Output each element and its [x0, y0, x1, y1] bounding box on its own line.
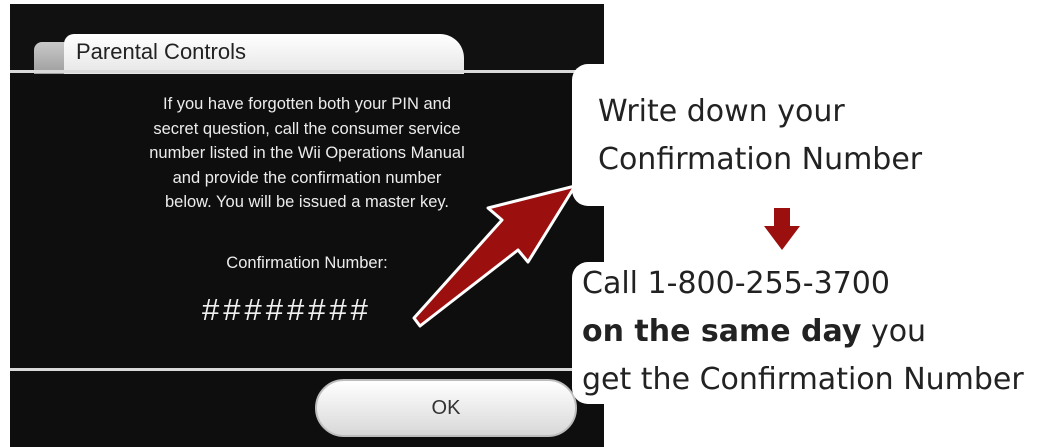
confirmation-label: Confirmation Number:	[226, 254, 388, 272]
step2-text-line3: get the Confirmation Number	[582, 362, 1024, 397]
message-line: If you have forgotten both your PIN and	[162, 95, 452, 113]
step2-rest-phrase: you	[861, 314, 927, 349]
step1-text-line1: Write down your	[598, 94, 845, 129]
message-line: number listed in the Wii Operations Manu…	[149, 144, 465, 162]
parental-controls-dialog: Parental Controls If you have forgotten …	[10, 4, 604, 447]
dialog-title: Parental Controls	[76, 39, 246, 64]
down-arrow-icon	[764, 208, 800, 250]
message-line: and provide the confirmation number	[172, 168, 442, 187]
step2-bold-phrase: on the same day	[582, 314, 862, 349]
message-line: below. You will be issued a master key.	[164, 193, 450, 211]
step1-text-line2: Confirmation Number	[598, 142, 923, 177]
confirmation-number: ########	[202, 292, 372, 327]
stage: Parental Controls If you have forgotten …	[0, 0, 1062, 447]
message-line: secret question, call the consumer servi…	[153, 119, 461, 138]
instruction-panel-step1	[572, 64, 1062, 206]
title-bar: Parental Controls	[10, 4, 604, 74]
divider-top	[10, 70, 604, 73]
divider-bottom	[10, 368, 604, 371]
step2-text-line2: on the same day you	[582, 312, 926, 352]
ok-button[interactable]: OK	[315, 379, 577, 437]
dialog-message: If you have forgotten both your PIN and …	[70, 92, 544, 215]
step2-text-line1: Call 1-800-255-3700	[582, 266, 890, 301]
